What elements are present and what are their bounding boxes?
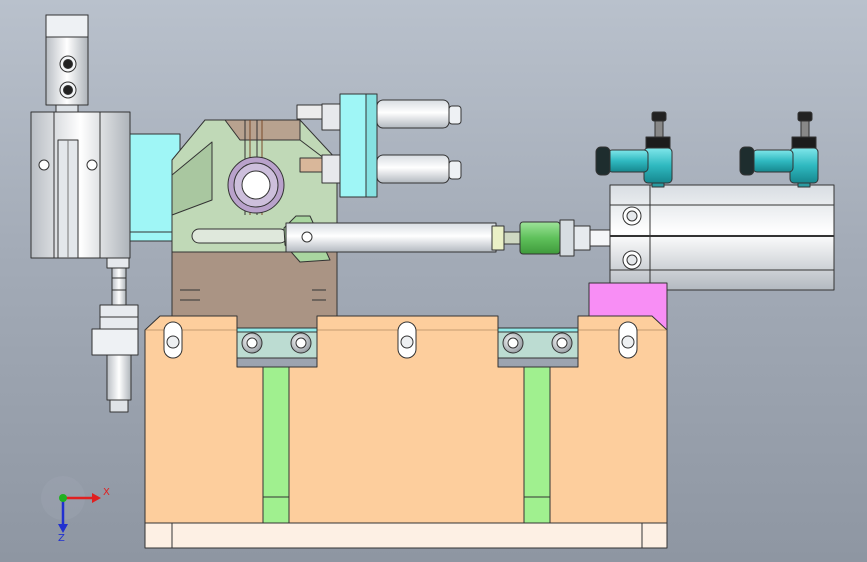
cylinder-mount-hole-lower	[622, 250, 642, 270]
locating-plate-left[interactable]	[236, 327, 318, 359]
cad-viewport[interactable]: X Z	[0, 0, 867, 562]
slot-right	[618, 321, 638, 359]
axis-z-label: Z	[58, 533, 65, 544]
fixture-assembly-drawing[interactable]	[0, 0, 867, 562]
main-base-block[interactable]	[144, 315, 668, 524]
cylinder-port-upper	[59, 55, 77, 73]
axis-x-label: X	[103, 487, 110, 498]
air-fitting-right[interactable]	[739, 111, 819, 188]
rod-coupling[interactable]	[503, 219, 611, 257]
rib-left	[262, 366, 290, 524]
coordinate-triad	[41, 476, 101, 533]
cylinder-mount-hole-upper	[622, 206, 642, 226]
proximity-sensor[interactable]	[91, 257, 139, 413]
slot-left	[163, 321, 183, 359]
left-clamp-block[interactable]	[30, 111, 131, 259]
base-foot-plate	[144, 522, 668, 549]
locating-plate-right[interactable]	[497, 327, 579, 359]
pivot-bushing	[227, 156, 285, 214]
right-pneumatic-cylinder[interactable]	[609, 184, 835, 291]
cylinder-port-lower	[59, 81, 77, 99]
slot-center	[397, 321, 417, 359]
air-fitting-left[interactable]	[595, 111, 673, 188]
rib-right	[523, 366, 551, 524]
clamp-lever[interactable]	[283, 215, 505, 263]
